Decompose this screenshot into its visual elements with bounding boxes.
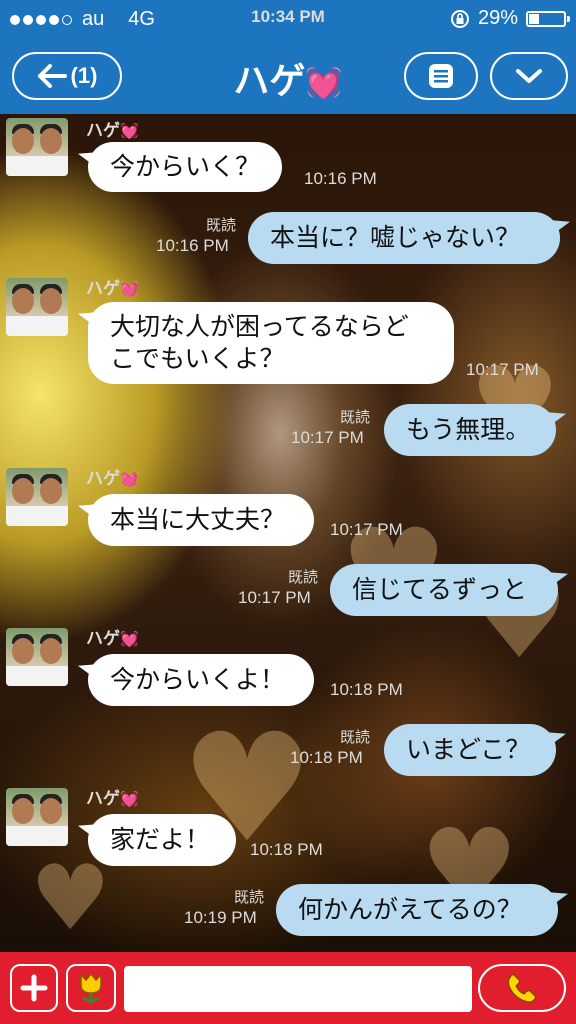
add-button[interactable] — [10, 964, 58, 1012]
chat-area[interactable]: ♥ ♥ ♥ ♥ ♥ ♥ ハゲ💓 今からいく？ 10:16 PM 既読 10:16… — [0, 114, 576, 952]
read-receipt: 既読 — [287, 568, 318, 586]
avatar[interactable] — [6, 788, 68, 846]
avatar[interactable] — [6, 118, 68, 176]
avatar[interactable] — [6, 278, 68, 336]
call-button[interactable] — [478, 964, 566, 1012]
avatar[interactable] — [6, 468, 68, 526]
message-bubble[interactable]: 本当に大丈夫？ — [88, 494, 314, 546]
message-bubble[interactable]: 本当に？嘘じゃない？ — [248, 212, 560, 264]
message-input[interactable] — [124, 966, 472, 1012]
phone-icon — [507, 974, 536, 1003]
tulip-sticker-icon — [80, 972, 102, 1004]
more-button[interactable] — [490, 52, 568, 100]
message-bubble[interactable]: もう無理。 — [384, 404, 556, 456]
battery-percent: 29% — [477, 7, 518, 29]
read-receipt: 既読 — [205, 216, 236, 234]
message-time: 10:16 PM — [156, 236, 229, 255]
status-bar: au 4G 10:34 PM 29% — [0, 0, 576, 38]
heart-bokeh-icon: ♥ — [30, 846, 111, 951]
message-time: 10:16 PM — [304, 169, 377, 188]
message-time: 10:18 PM — [290, 748, 363, 767]
rotation-lock-icon — [450, 9, 469, 28]
heart-icon: 💓 — [120, 122, 139, 140]
message-bubble[interactable]: いまどこ？ — [384, 724, 556, 776]
menu-button[interactable] — [404, 52, 478, 100]
heart-icon: 💓 — [120, 790, 139, 808]
battery-icon — [526, 10, 570, 27]
sender-name: ハゲ💓 — [86, 121, 139, 141]
message-bubble[interactable]: 家だよ！ — [88, 814, 236, 866]
read-receipt: 既読 — [339, 408, 370, 426]
sender-name: ハゲ💓 — [86, 279, 139, 299]
heart-icon: 💓 — [120, 630, 139, 648]
message-bubble[interactable]: 今からいく？ — [88, 142, 283, 192]
message-time: 10:18 PM — [250, 840, 323, 859]
message-time: 10:17 PM — [238, 588, 311, 607]
message-time: 10:19 PM — [184, 908, 257, 927]
message-time: 10:17 PM — [466, 360, 539, 379]
message-bubble[interactable]: 今からいくよ！ — [88, 654, 314, 706]
sender-name: ハゲ💓 — [86, 469, 139, 489]
sender-name: ハゲ💓 — [86, 789, 139, 809]
avatar[interactable] — [6, 628, 68, 686]
heart-icon: 💓 — [120, 470, 139, 488]
input-bar — [0, 952, 576, 1024]
message-bubble[interactable]: 信じてるずっと — [330, 564, 558, 616]
heart-icon: 💓 — [305, 66, 343, 101]
message-bubble[interactable]: 大切な人が困ってるならどこでもいくよ？ — [88, 302, 454, 384]
sender-name: ハゲ💓 — [86, 629, 139, 649]
heart-icon: 💓 — [120, 280, 139, 298]
read-receipt: 既読 — [339, 728, 370, 746]
message-time: 10:18 PM — [330, 680, 403, 699]
sticker-button[interactable] — [66, 964, 116, 1012]
chat-header: (1) ハゲ💓 — [0, 38, 576, 114]
message-bubble[interactable]: 何かんがえてるの？ — [276, 884, 558, 936]
plus-icon — [20, 974, 48, 1002]
message-time: 10:17 PM — [330, 520, 403, 539]
chevron-down-icon — [516, 69, 542, 83]
list-menu-icon — [429, 64, 453, 88]
read-receipt: 既読 — [233, 888, 264, 906]
message-time: 10:17 PM — [291, 428, 364, 447]
